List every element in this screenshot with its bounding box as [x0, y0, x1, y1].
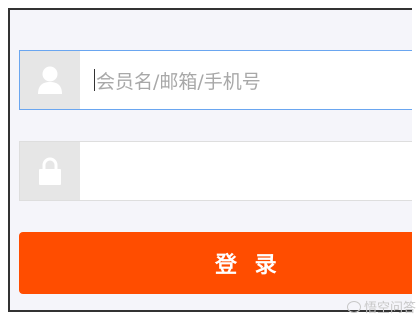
password-input[interactable] — [80, 142, 412, 200]
chat-bubble-icon — [346, 300, 361, 313]
login-button[interactable]: 登 录 — [19, 232, 412, 294]
lock-icon — [20, 142, 80, 200]
login-button-label: 登 录 — [215, 253, 282, 278]
username-field[interactable]: 会员名/邮箱/手机号 — [19, 50, 412, 110]
user-icon — [20, 51, 80, 109]
username-input[interactable]: 会员名/邮箱/手机号 — [80, 51, 412, 109]
watermark-text: 悟空问答 — [363, 301, 416, 316]
login-form: 会员名/邮箱/手机号 登 录 — [8, 8, 412, 312]
watermark: 悟空问答 — [346, 297, 416, 316]
text-caret — [94, 69, 95, 91]
username-placeholder: 会员名/邮箱/手机号 — [96, 70, 261, 93]
password-field[interactable] — [19, 141, 412, 201]
